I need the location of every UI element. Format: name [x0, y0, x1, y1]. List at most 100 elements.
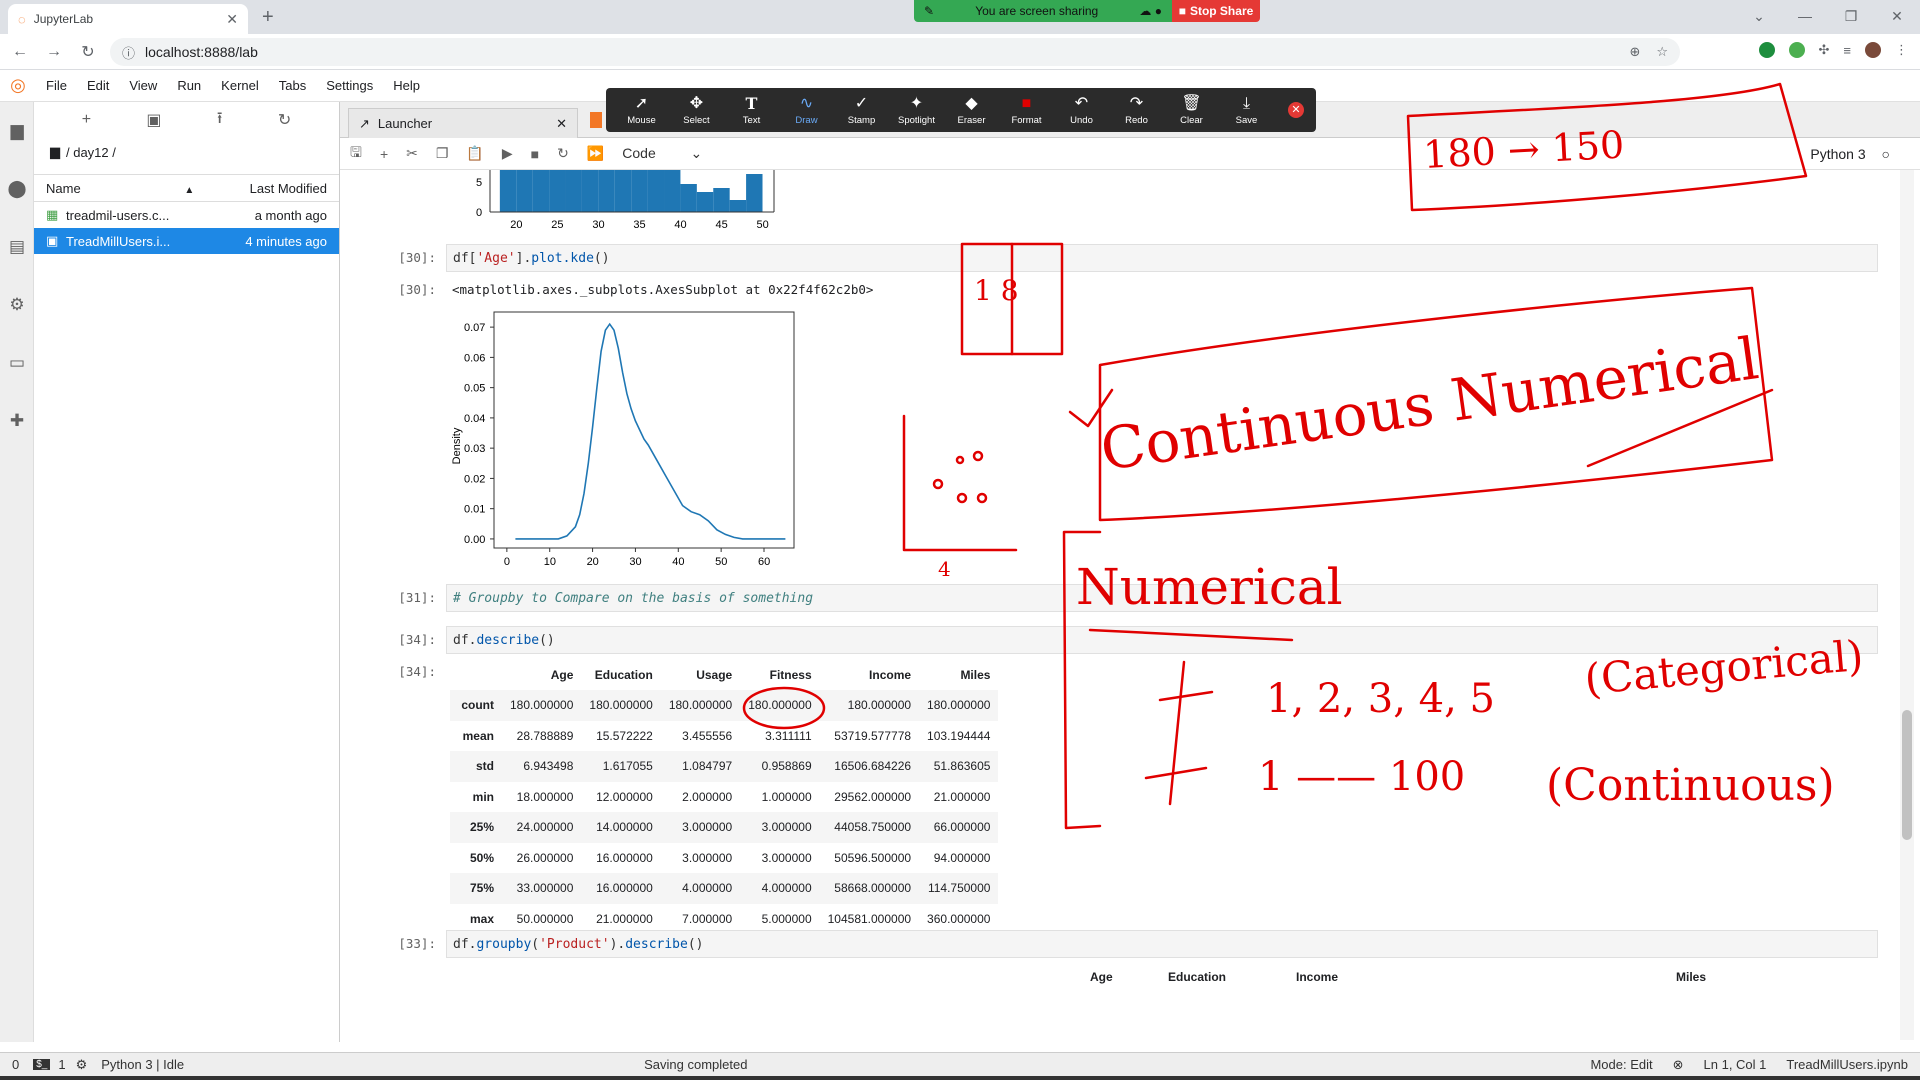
hist-x-tick: 20: [510, 219, 522, 231]
save-icon[interactable]: 🖫: [350, 142, 362, 166]
avatar[interactable]: [1865, 42, 1881, 58]
extension-globe-icon[interactable]: [1788, 42, 1805, 58]
close-window-icon[interactable]: ✕: [1874, 0, 1920, 34]
cut-icon[interactable]: ✂: [406, 145, 418, 162]
breadcrumb-path: / day12 /: [66, 144, 116, 160]
back-icon[interactable]: ←: [6, 43, 34, 61]
property-inspector-icon[interactable]: ⚙: [0, 276, 34, 334]
tab-launcher[interactable]: ↗ Launcher ✕: [348, 108, 578, 138]
insert-cell-icon[interactable]: +: [380, 146, 388, 162]
status-count-a: 0: [12, 1057, 20, 1072]
stop-share-button[interactable]: ■ Stop Share: [1172, 0, 1260, 22]
kde-x-tick-label: 0: [504, 556, 510, 566]
new-launcher-icon[interactable]: +: [82, 111, 91, 129]
tool-draw[interactable]: ∿ Draw: [779, 95, 834, 126]
upload-icon[interactable]: ⭱: [217, 107, 223, 134]
menu-view[interactable]: View: [119, 78, 167, 93]
tool-mouse-label: Mouse: [627, 114, 656, 126]
folder-icon[interactable]: ▆: [0, 102, 34, 160]
menu-kernel[interactable]: Kernel: [211, 78, 269, 93]
kernel-indicator[interactable]: Python 3 ○: [1810, 146, 1890, 162]
kernel-status[interactable]: Python 3 | Idle: [101, 1057, 184, 1072]
zoom-icon[interactable]: ⊕: [1629, 44, 1640, 60]
tool-redo[interactable]: ↷ Redo: [1109, 95, 1164, 126]
browser-tab[interactable]: ◌ JupyterLab ✕: [8, 4, 248, 34]
tool-draw-label: Draw: [795, 114, 818, 126]
close-tab-icon[interactable]: ✕: [226, 11, 238, 28]
info-icon[interactable]: ⓘ: [122, 43, 135, 62]
new-folder-icon[interactable]: ▣: [146, 110, 161, 130]
run-icon[interactable]: ▶: [502, 145, 513, 162]
mode-status[interactable]: Mode: Edit: [1590, 1057, 1652, 1072]
table-cell: 53719.577778: [834, 728, 912, 743]
cell-34-input[interactable]: df. describe(): [446, 626, 1878, 654]
no-trust-icon[interactable]: ⊗: [1673, 1057, 1684, 1073]
tool-save[interactable]: ⤓ Save: [1219, 95, 1274, 126]
bookmark-star-icon[interactable]: ☆: [1656, 44, 1668, 60]
tool-stamp[interactable]: ✓ Stamp: [834, 95, 889, 126]
run-all-icon[interactable]: ⏩: [587, 145, 604, 162]
cell-33-input[interactable]: df. groupby('Product'). describe(): [446, 930, 1878, 958]
restart-icon[interactable]: ↻: [557, 145, 569, 162]
close-tab-icon[interactable]: ✕: [556, 116, 567, 132]
column-modified-header[interactable]: Last Modified: [250, 181, 327, 196]
menu-edit[interactable]: Edit: [77, 78, 119, 93]
running-icon[interactable]: ⬤: [0, 160, 34, 218]
file-row[interactable]: ▦ treadmil-users.c... a month ago: [34, 202, 339, 228]
menu-tabs[interactable]: Tabs: [269, 78, 316, 93]
table-cell: 58668.000000: [834, 881, 912, 896]
tool-format-label: Format: [1011, 114, 1042, 126]
browser-tabstrip: ◌ JupyterLab ✕ + ✎ You are screen sharin…: [0, 0, 1920, 34]
kernel-status-icon: ○: [1881, 146, 1890, 162]
kde-y-tick-label: 0.05: [464, 383, 485, 395]
copy-icon[interactable]: ❐: [436, 145, 449, 162]
cell-type-select[interactable]: Code ⌄: [622, 145, 702, 162]
address-bar[interactable]: ⓘ localhost:8888/lab ⊕ ☆: [110, 38, 1680, 66]
menu-run[interactable]: Run: [167, 78, 211, 93]
tool-undo[interactable]: ↶ Undo: [1054, 95, 1109, 126]
reading-list-icon[interactable]: ≡: [1843, 43, 1851, 58]
refresh-icon[interactable]: ↻: [278, 110, 291, 130]
kde-x-tick-label: 10: [544, 556, 556, 566]
commands-icon[interactable]: ▤: [0, 218, 34, 276]
breadcrumb[interactable]: ▆ / day12 /: [34, 138, 339, 166]
notebook-scrollbar[interactable]: [1900, 170, 1914, 1040]
cell-31-input[interactable]: # Groupby to Compare on the basis of som…: [446, 584, 1878, 612]
menu-help[interactable]: Help: [383, 78, 430, 93]
extension-green-icon[interactable]: [1758, 42, 1775, 58]
squiggle-icon: ∿: [799, 94, 814, 112]
scrollbar-thumb[interactable]: [1902, 710, 1912, 840]
hist-bar: [598, 170, 615, 212]
menu-file[interactable]: File: [36, 78, 77, 93]
cursor-position[interactable]: Ln 1, Col 1: [1704, 1057, 1767, 1072]
menu-settings[interactable]: Settings: [316, 78, 383, 93]
cell-30-input[interactable]: df['Age']. plot.kde(): [446, 244, 1878, 272]
tool-eraser[interactable]: ◆ Eraser: [944, 95, 999, 126]
profile-menu-icon[interactable]: ⌄: [1736, 0, 1782, 34]
extension-manager-icon[interactable]: ✚: [0, 392, 34, 450]
file-row[interactable]: ▣ TreadMillUsers.i... 4 minutes ago: [34, 228, 339, 254]
new-tab-button[interactable]: +: [262, 6, 274, 29]
tool-clear-label: Clear: [1180, 114, 1203, 126]
column-name-label: Name: [46, 180, 81, 196]
tool-format[interactable]: ■ Format: [999, 95, 1054, 126]
tool-spotlight[interactable]: ✦ Spotlight: [889, 95, 944, 126]
tool-text[interactable]: T Text: [724, 94, 779, 126]
paste-icon[interactable]: 📋: [466, 145, 483, 162]
tool-mouse[interactable]: ➚ Mouse: [614, 95, 669, 126]
forward-icon[interactable]: →: [40, 43, 68, 61]
puzzle-icon[interactable]: ✣: [1819, 42, 1830, 58]
stop-icon[interactable]: ■: [531, 146, 539, 162]
tabs-icon[interactable]: ▭: [0, 334, 34, 392]
notebook-panel[interactable]: 5 0 20 25 30 35 40 45 50 [30]: df['Age']. plot.…: [346, 170, 1896, 1040]
column-name-header[interactable]: Name ▲: [46, 181, 250, 196]
minimize-icon[interactable]: —: [1782, 0, 1828, 34]
table-cell: 29562.000000: [834, 789, 912, 804]
notebook-tab-icon[interactable]: [590, 112, 602, 128]
close-annotation-icon[interactable]: ✕: [1288, 102, 1304, 118]
kebab-menu-icon[interactable]: ⋮: [1895, 42, 1908, 58]
reload-icon[interactable]: ↻: [74, 42, 102, 62]
tool-clear[interactable]: 🗑 Clear: [1164, 95, 1219, 126]
tool-select[interactable]: ✥ Select: [669, 95, 724, 126]
restore-icon[interactable]: ❐: [1828, 0, 1874, 34]
